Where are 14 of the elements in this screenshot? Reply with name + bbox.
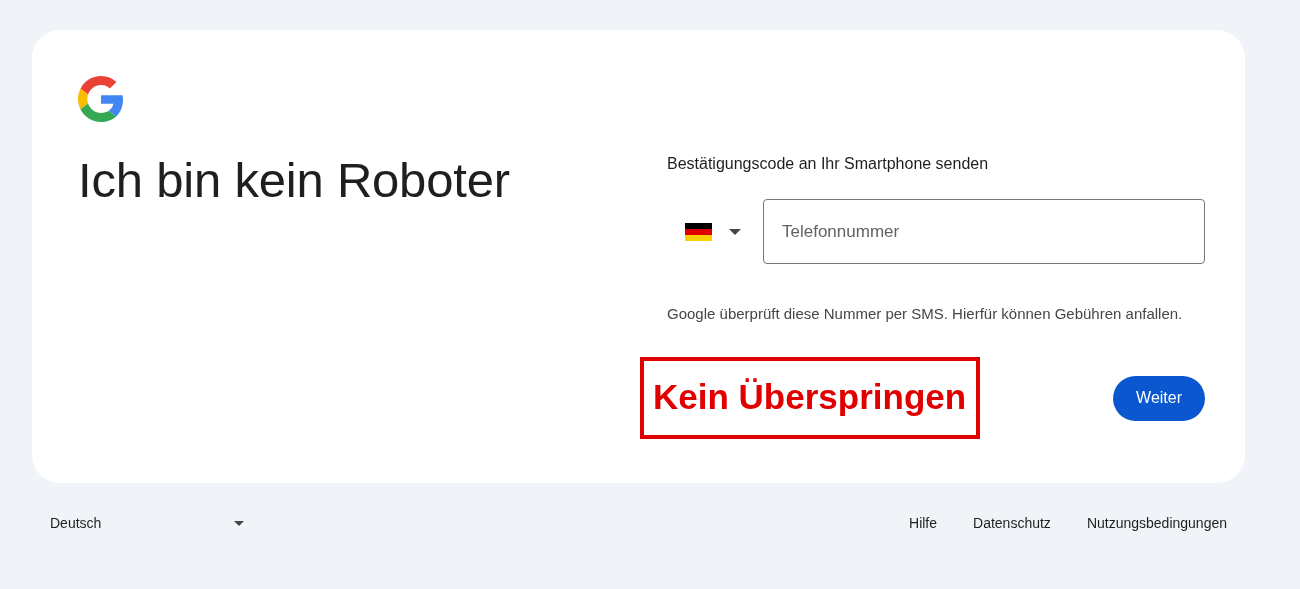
- phone-input-field[interactable]: Telefonnummer: [763, 199, 1205, 264]
- page-heading: Ich bin kein Roboter: [78, 152, 511, 209]
- flag-icon: [685, 222, 712, 241]
- footer-link[interactable]: Hilfe: [891, 509, 956, 537]
- footer-link[interactable]: Nutzungsbedingungen: [1068, 509, 1245, 537]
- caret-icon: [234, 520, 244, 526]
- language-selector[interactable]: Deutsch: [32, 509, 244, 537]
- prompt-text: Bestätigungscode an Ihr Smartphone senden: [667, 154, 989, 174]
- footer-link[interactable]: Datenschutz: [955, 509, 1069, 537]
- annotation-label: Kein Überspringen: [640, 357, 981, 439]
- caret-icon: [729, 228, 741, 235]
- logo-icon: [78, 76, 124, 122]
- notice-text: Google überprüft diese Nummer per SMS. Hierfür können Gebühren anfallen.: [667, 304, 1184, 324]
- next-button[interactable]: Weiter: [1113, 375, 1205, 421]
